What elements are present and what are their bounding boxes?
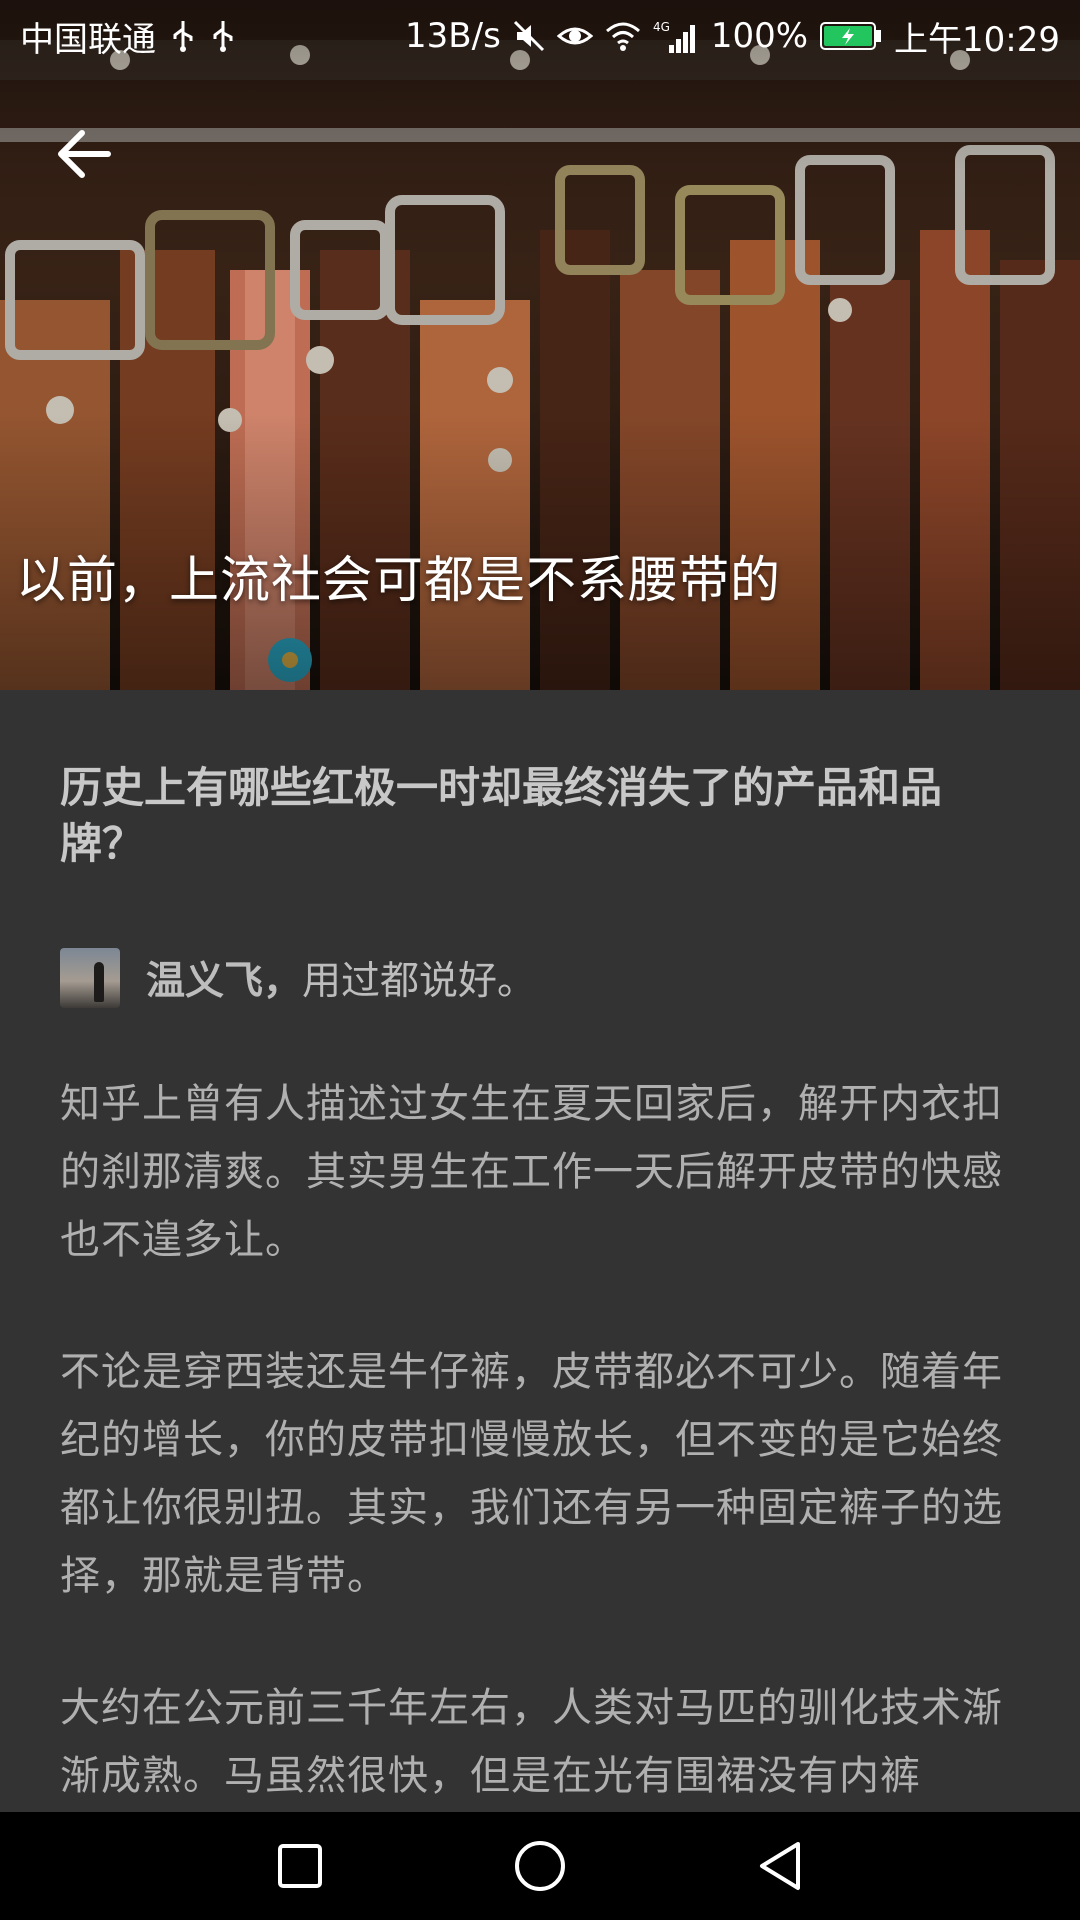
net-speed-label: 13B/s — [405, 16, 501, 56]
carrier-label: 中国联通 — [20, 19, 156, 60]
recents-button[interactable] — [240, 1812, 360, 1920]
status-bar: 中国联通 13B/s 4G 100% 上午10:29 — [0, 0, 1080, 72]
battery-percent-label: 100% — [710, 16, 809, 56]
svg-text:4G: 4G — [653, 20, 670, 34]
question-title[interactable]: 历史上有哪些红极一时却最终消失了的产品和品牌？ — [60, 760, 1020, 872]
author-name[interactable]: 温义飞， — [146, 950, 302, 1006]
author-bio: 用过都说好。 — [302, 959, 537, 1004]
arrow-left-icon — [58, 130, 111, 178]
signal-4g-icon: 4G — [653, 19, 699, 53]
home-circle-icon — [515, 1841, 565, 1891]
back-button[interactable] — [48, 118, 120, 190]
eye-comfort-icon — [556, 22, 593, 50]
back-triangle-icon — [760, 1842, 800, 1890]
avatar[interactable] — [60, 948, 120, 1008]
article-paragraph: 知乎上曾有人描述过女生在夏天回家后，解开内衣扣的刹那清爽。其实男生在工作一天后解… — [60, 1081, 1003, 1263]
usb-icon — [170, 19, 196, 53]
article-paragraph: 不论是穿西装还是牛仔裤，皮带都必不可少。随着年纪的增长，你的皮带扣慢慢放长，但不… — [60, 1349, 1003, 1599]
home-button[interactable] — [480, 1812, 600, 1920]
author-row[interactable]: 温义飞， 用过都说好。 — [60, 948, 536, 1008]
hero-title: 以前，上流社会可都是不系腰带的 — [16, 551, 781, 609]
article-body[interactable]: 历史上有哪些红极一时却最终消失了的产品和品牌？ 温义飞， 用过都说好。 知乎上曾… — [0, 690, 1080, 1812]
article-paragraph: 大约在公元前三千年左右，人类对马匹的驯化技术渐渐成熟。马虽然很快，但是在光有围裙… — [60, 1685, 1003, 1799]
mute-icon — [513, 20, 545, 52]
wifi-icon — [605, 21, 641, 51]
clock-label: 上午10:29 — [894, 19, 1060, 60]
nav-back-button[interactable] — [720, 1812, 840, 1920]
recents-square-icon — [278, 1844, 322, 1888]
usb-icon — [210, 19, 236, 53]
system-nav-bar — [0, 1812, 1080, 1920]
battery-icon — [820, 21, 882, 51]
